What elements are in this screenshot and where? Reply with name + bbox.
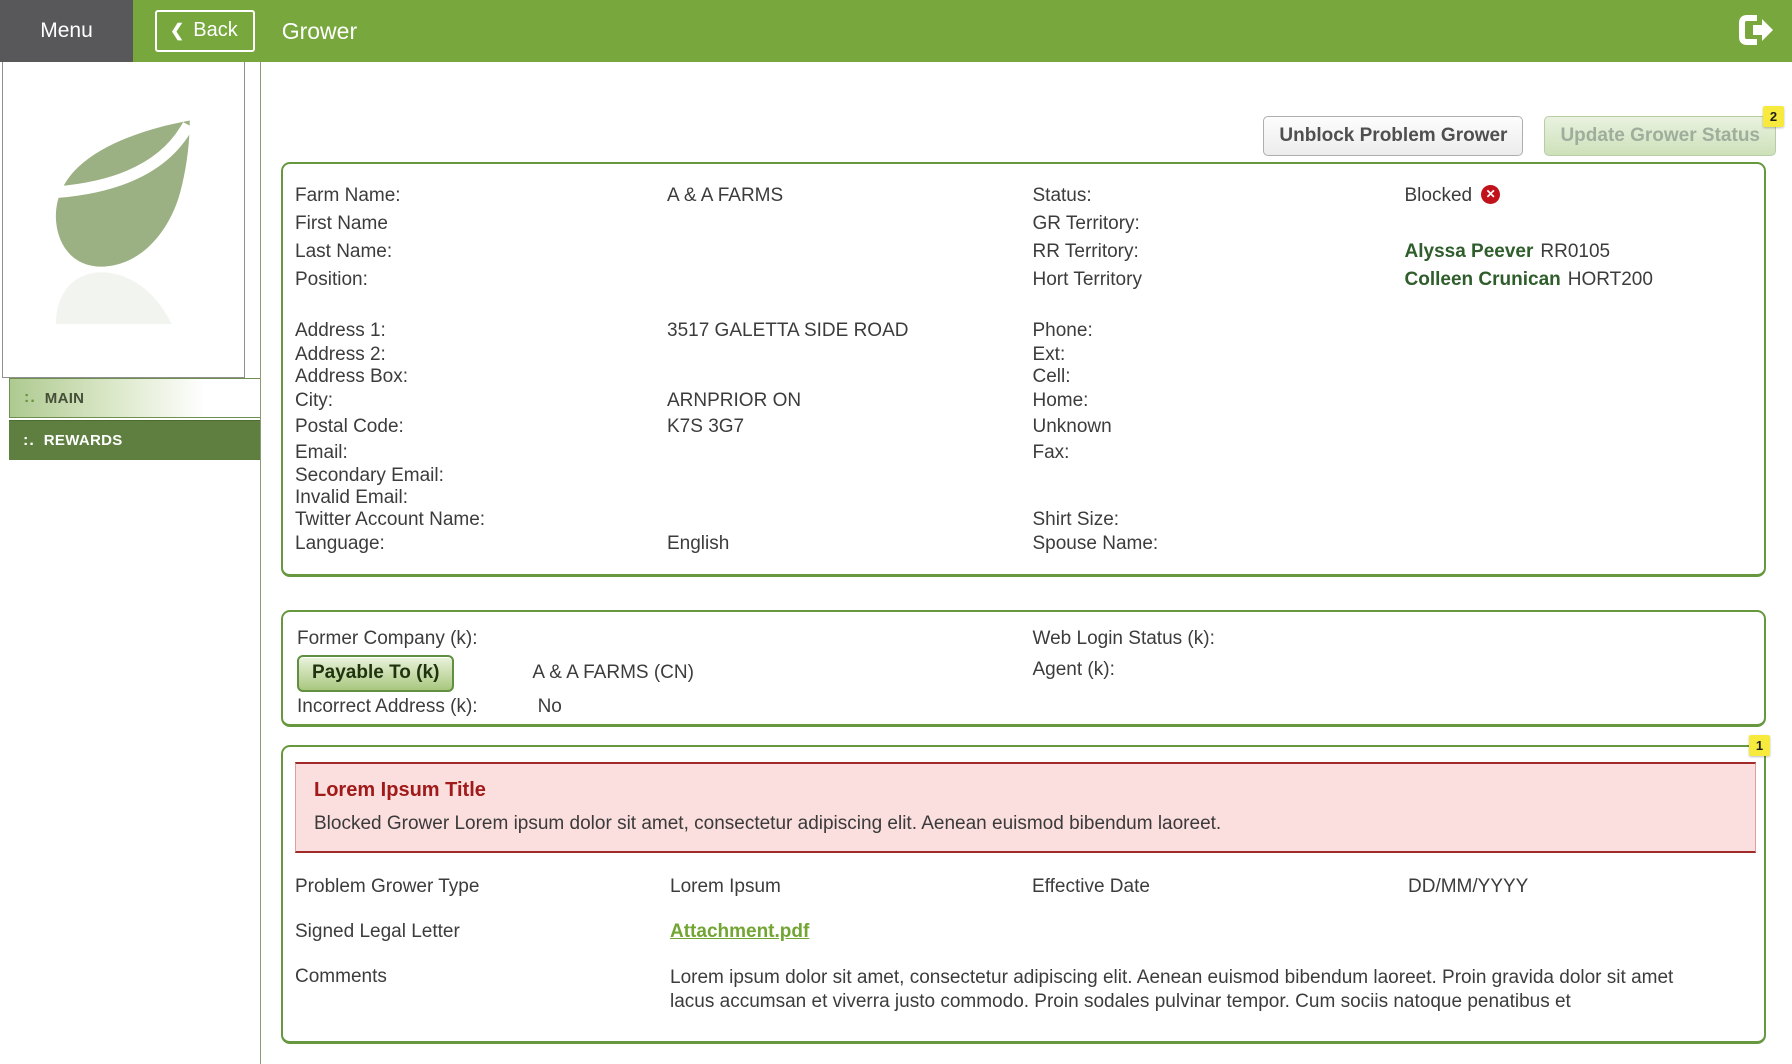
- problem-grower-details: Problem Grower Type Lorem Ipsum Effectiv…: [295, 876, 1764, 1014]
- update-status-badge: 2: [1763, 106, 1784, 127]
- field-label: Email:: [295, 440, 667, 465]
- update-grower-status-label: Update Grower Status: [1560, 125, 1760, 146]
- grower-info-panel: Farm Name:A & A FARMS First Name Last Na…: [281, 162, 1766, 577]
- web-login-status-label: Web Login Status (k):: [1033, 625, 1405, 653]
- field-label: Language:: [295, 531, 667, 557]
- field-label: Address 1:: [295, 318, 667, 344]
- grower-info-left-column: Farm Name:A & A FARMS First Name Last Na…: [283, 182, 1024, 557]
- rr-territory-value: Alyssa Peever RR0105: [1405, 238, 1611, 266]
- field-label: Shirt Size:: [1033, 509, 1405, 531]
- payable-to-value: A & A FARMS (CN): [532, 662, 694, 684]
- field-label: Secondary Email:: [295, 465, 667, 487]
- problem-grower-badge: 1: [1749, 735, 1770, 756]
- company-left-column: Former Company (k): Payable To (k) A & A…: [283, 625, 1024, 721]
- leaf-logo-icon: [40, 104, 208, 324]
- field-label: Farm Name:: [295, 182, 667, 210]
- field-label: Twitter Account Name:: [295, 509, 667, 531]
- field-label: Home:: [1033, 388, 1405, 413]
- incorrect-address-value: No: [538, 693, 562, 721]
- attachment-link[interactable]: Attachment.pdf: [670, 921, 809, 942]
- field-label: Address 2:: [295, 344, 667, 366]
- status-value: Blocked: [1405, 185, 1473, 206]
- field-label: Spouse Name:: [1033, 531, 1405, 557]
- rr-territory-code: RR0105: [1540, 241, 1610, 262]
- effective-date-label: Effective Date: [1032, 876, 1408, 898]
- field-label: Postal Code:: [295, 413, 667, 440]
- logout-icon[interactable]: [1736, 14, 1774, 48]
- hort-territory-code: HORT200: [1568, 269, 1653, 290]
- menu-label: Menu: [40, 19, 93, 43]
- city-value: ARNPRIOR ON: [667, 388, 801, 413]
- comments-value: Lorem ipsum dolor sit amet, consectetur …: [670, 966, 1764, 1014]
- alert-body: Blocked Grower Lorem ipsum dolor sit ame…: [314, 813, 1737, 835]
- sidebar-item-rewards[interactable]: :. REWARDS: [9, 420, 260, 460]
- hort-territory-value: Colleen Crunican HORT200: [1405, 266, 1653, 294]
- field-label: Cell:: [1033, 366, 1405, 388]
- field-label: GR Territory:: [1033, 210, 1405, 238]
- comments-label: Comments: [295, 966, 670, 988]
- effective-date-value: DD/MM/YYYY: [1408, 876, 1764, 898]
- payable-to-button[interactable]: Payable To (k): [297, 655, 454, 692]
- unblock-problem-grower-button[interactable]: Unblock Problem Grower: [1263, 116, 1523, 156]
- attachment-cell: Attachment.pdf: [670, 921, 1032, 943]
- problem-grower-panel: 1 Lorem Ipsum Title Blocked Grower Lorem…: [281, 745, 1766, 1044]
- field-label: Unknown: [1033, 413, 1405, 440]
- field-label: RR Territory:: [1033, 238, 1405, 266]
- field-label: Ext:: [1033, 344, 1405, 366]
- menu-button[interactable]: Menu: [0, 0, 133, 62]
- sidebar-rewards-label: REWARDS: [44, 432, 123, 449]
- company-right-column: Web Login Status (k): Agent (k):: [1024, 625, 1765, 721]
- rr-territory-name[interactable]: Alyssa Peever: [1405, 241, 1534, 262]
- main-content: Unblock Problem Grower Update Grower Sta…: [261, 62, 1792, 1064]
- address1-value: 3517 GALETTA SIDE ROAD: [667, 318, 908, 344]
- former-company-label: Former Company (k):: [297, 625, 478, 653]
- grower-info-right-column: Status: Blocked GR Territory: RR Territo…: [1024, 182, 1765, 557]
- language-value: English: [667, 531, 729, 557]
- field-label: Address Box:: [295, 366, 667, 388]
- back-label: Back: [193, 19, 237, 42]
- effective-date-text: DD/MM/YYYY: [1408, 876, 1528, 897]
- field-label: Position:: [295, 266, 667, 294]
- nav-bullet-icon: :.: [24, 389, 36, 407]
- blocked-status-icon: [1481, 185, 1500, 204]
- back-button[interactable]: ❮ Back: [155, 10, 255, 52]
- signed-legal-letter-label: Signed Legal Letter: [295, 921, 670, 943]
- action-buttons: Unblock Problem Grower Update Grower Sta…: [1263, 116, 1776, 156]
- field-label: City:: [295, 388, 667, 413]
- field-label: Phone:: [1033, 318, 1405, 344]
- nav-bullet-icon: :.: [23, 432, 35, 450]
- chevron-left-icon: ❮: [170, 22, 184, 39]
- field-label: First Name: [295, 210, 667, 238]
- field-label: Fax:: [1033, 440, 1405, 465]
- alert-title: Lorem Ipsum Title: [314, 779, 1737, 802]
- postal-code-value: K7S 3G7: [667, 413, 744, 440]
- sidebar-item-main[interactable]: :. MAIN: [9, 378, 260, 418]
- incorrect-address-label: Incorrect Address (k):: [297, 693, 478, 721]
- problem-grower-type-value: Lorem Ipsum: [670, 876, 1032, 898]
- top-bar: Menu ❮ Back Grower: [0, 0, 1792, 62]
- status-badge: Blocked: [1405, 182, 1501, 210]
- update-grower-status-button[interactable]: Update Grower Status 2: [1544, 116, 1776, 156]
- sidebar: :. MAIN :. REWARDS: [0, 62, 261, 1064]
- hort-territory-name[interactable]: Colleen Crunican: [1405, 269, 1561, 290]
- field-label: Last Name:: [295, 238, 667, 266]
- company-panel: Former Company (k): Payable To (k) A & A…: [281, 610, 1766, 727]
- logo-box: [2, 62, 245, 378]
- field-label: Invalid Email:: [295, 487, 667, 509]
- page-title: Grower: [282, 18, 357, 45]
- field-label: Status:: [1033, 182, 1405, 210]
- farm-name-value: A & A FARMS: [667, 182, 783, 210]
- blocked-grower-alert: Lorem Ipsum Title Blocked Grower Lorem i…: [295, 762, 1756, 853]
- field-label: Hort Territory: [1033, 266, 1405, 294]
- sidebar-nav: :. MAIN :. REWARDS: [9, 378, 260, 460]
- agent-label: Agent (k):: [1033, 656, 1405, 684]
- sidebar-main-label: MAIN: [45, 390, 85, 407]
- problem-grower-type-label: Problem Grower Type: [295, 876, 670, 898]
